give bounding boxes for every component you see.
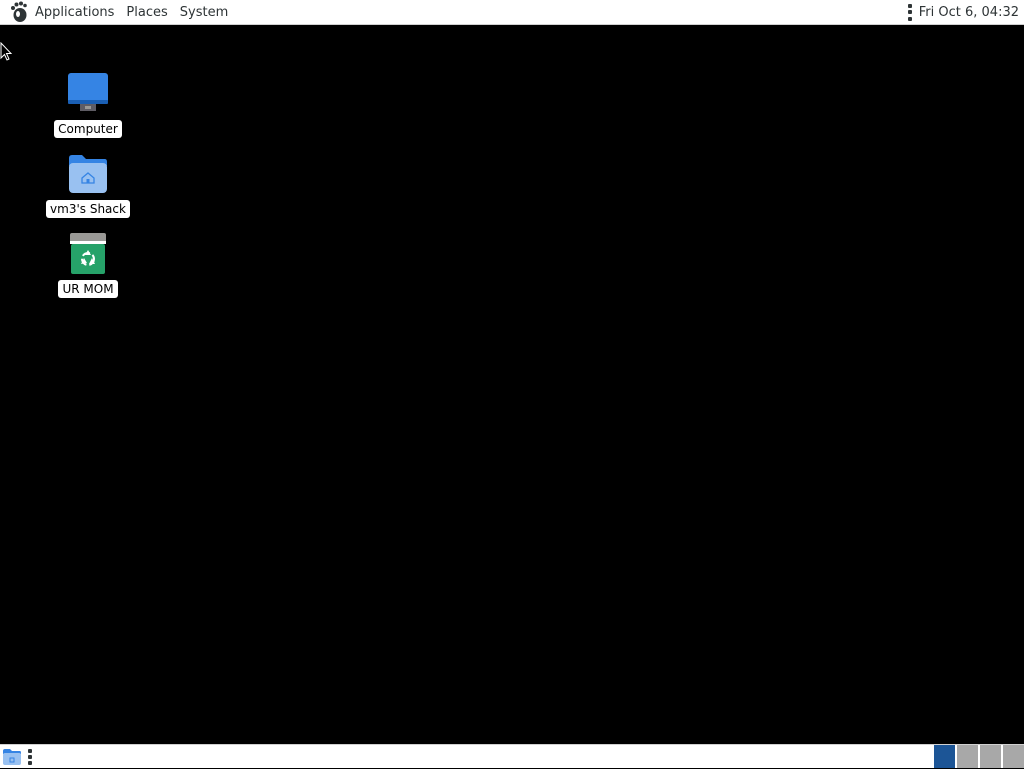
places-menu[interactable]: Places [120,0,173,25]
desktop[interactable]: Computer vm3's Shack UR MOM [0,26,1024,744]
panel-handle-icon[interactable] [907,3,913,21]
system-menu[interactable]: System [174,0,234,25]
gnome-foot-icon[interactable] [9,1,29,23]
applications-menu[interactable]: Applications [35,0,120,25]
show-desktop-button[interactable] [0,745,24,769]
workspace-2[interactable] [956,744,978,768]
computer-icon [64,70,112,118]
bottom-panel [0,744,1024,768]
panel-handle-icon[interactable] [27,748,33,765]
workspace-3[interactable] [979,744,1001,768]
workspace-4[interactable] [1002,744,1024,768]
workspace-switcher[interactable] [932,744,1024,769]
desktop-icon-label: UR MOM [58,280,118,298]
home-folder-icon [64,150,112,198]
top-panel-right: Fri Oct 6, 04:32 [907,0,1024,25]
desktop-icon-label: vm3's Shack [46,200,130,218]
app-menu-bar: Applications Places System [0,0,234,25]
workspace-1[interactable] [933,744,955,768]
top-panel: Applications Places System Fri Oct 6, 04… [0,0,1024,25]
show-desktop-icon [3,748,21,765]
clock[interactable]: Fri Oct 6, 04:32 [919,5,1019,20]
desktop-icon-home[interactable]: vm3's Shack [43,150,133,218]
desktop-icon-computer[interactable]: Computer [43,70,133,138]
trash-icon [64,230,112,278]
desktop-icon-trash[interactable]: UR MOM [43,230,133,298]
desktop-icon-label: Computer [54,120,122,138]
mouse-cursor-icon [0,41,14,62]
